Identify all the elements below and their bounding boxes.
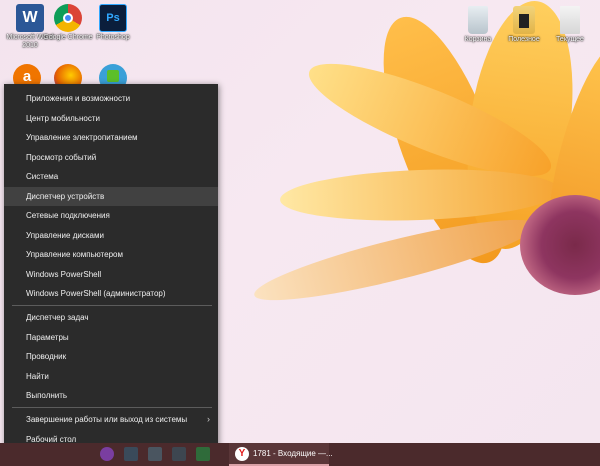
menu-item-settings[interactable]: Параметры <box>4 328 218 347</box>
folder-icon <box>513 6 535 34</box>
taskbar-app-icon[interactable] <box>148 447 162 461</box>
taskbar-app-icon[interactable] <box>124 447 138 461</box>
winx-context-menu: Приложения и возможности Центр мобильнос… <box>4 84 218 454</box>
taskbar-app-icon[interactable] <box>100 447 114 461</box>
recycle-bin-icon <box>468 6 488 34</box>
desktop-icon-photoshop[interactable]: Ps Photoshop <box>83 4 143 42</box>
menu-separator <box>12 407 212 408</box>
menu-item-label: Завершение работы или выход из системы <box>26 415 188 424</box>
menu-separator <box>12 305 212 306</box>
photoshop-icon: Ps <box>99 4 127 32</box>
menu-item-mobility-center[interactable]: Центр мобильности <box>4 109 218 128</box>
menu-item-apps-features[interactable]: Приложения и возможности <box>4 89 218 108</box>
menu-item-power-options[interactable]: Управление электропитанием <box>4 128 218 147</box>
yandex-browser-icon: Y <box>235 447 249 461</box>
chevron-right-icon: › <box>207 414 210 424</box>
desktop-icon-label: Photoshop <box>96 34 130 41</box>
taskbar-yandex-browser-window[interactable]: Y 1781 - Входящие —... <box>229 443 333 466</box>
taskbar-app-icon[interactable] <box>196 447 210 461</box>
file-icon <box>560 6 580 34</box>
menu-item-search[interactable]: Найти <box>4 367 218 386</box>
menu-item-explorer[interactable]: Проводник <box>4 347 218 366</box>
menu-item-powershell[interactable]: Windows PowerShell <box>4 265 218 284</box>
taskbar-app-icon[interactable] <box>172 447 186 461</box>
wallpaper-petal <box>249 205 541 315</box>
menu-item-system[interactable]: Система <box>4 167 218 186</box>
menu-item-network-connections[interactable]: Сетевые подключения <box>4 206 218 225</box>
chrome-icon <box>54 4 82 32</box>
menu-item-powershell-admin[interactable]: Windows PowerShell (администратор) <box>4 284 218 303</box>
desktop-icon-label: Текущее <box>556 36 584 43</box>
menu-item-disk-management[interactable]: Управление дисками <box>4 226 218 245</box>
menu-item-run[interactable]: Выполнить <box>4 386 218 405</box>
menu-item-computer-management[interactable]: Управление компьютером <box>4 245 218 264</box>
menu-item-shutdown-signout[interactable]: Завершение работы или выход из системы › <box>4 410 218 429</box>
menu-item-device-manager[interactable]: Диспетчер устройств <box>4 186 218 206</box>
menu-item-task-manager[interactable]: Диспетчер задач <box>4 308 218 327</box>
yandex-task-label: 1781 - Входящие —... <box>253 449 333 458</box>
menu-item-event-viewer[interactable]: Просмотр событий <box>4 148 218 167</box>
desktop-icon-file[interactable]: Текущее <box>540 6 600 44</box>
